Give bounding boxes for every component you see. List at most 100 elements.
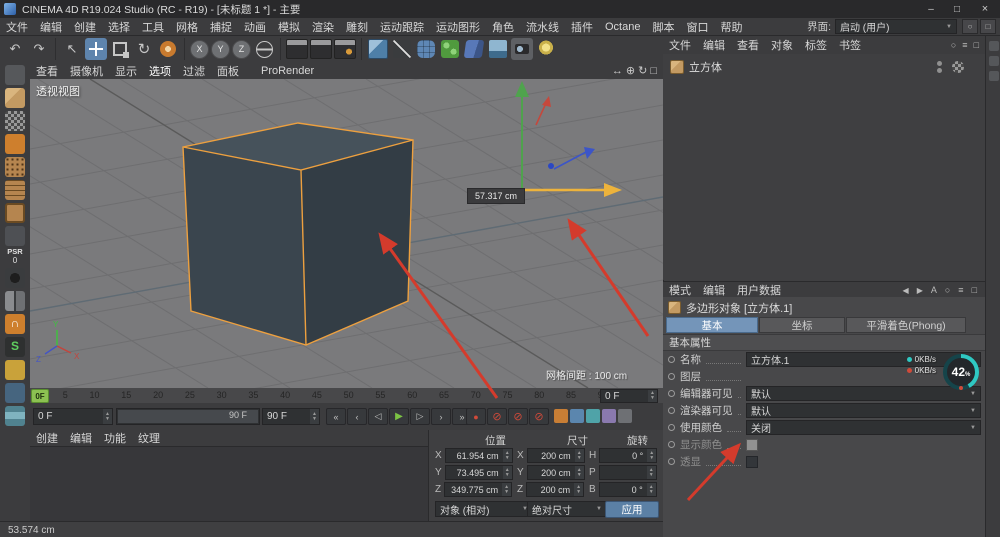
range-start-field[interactable]: 0 F ▲ ▼: [33, 408, 113, 425]
am-menu-userdata[interactable]: 用户数据: [731, 282, 787, 298]
pen-tool-icon[interactable]: [391, 38, 413, 60]
position-y-field[interactable]: 73.495 cm ▲ ▼: [444, 465, 513, 480]
vp-menu-filter[interactable]: 过滤: [177, 62, 211, 79]
dock-tab-icon-2[interactable]: [988, 56, 999, 66]
vp-menu-display[interactable]: 显示: [109, 62, 143, 79]
maximize-button[interactable]: □: [944, 4, 970, 15]
mat-menu-edit[interactable]: 编辑: [64, 430, 98, 446]
dock-tab-icon-1[interactable]: [988, 41, 999, 51]
size-z-field[interactable]: 200 cm ▲ ▼: [526, 482, 585, 497]
mirror-tool-icon[interactable]: [5, 291, 25, 311]
timeline-ruler[interactable]: 05 1015 2025 3035 4045 5055 6065 7075 80…: [30, 388, 663, 404]
am-menu-mode[interactable]: 模式: [663, 282, 697, 298]
coordinate-system-icon[interactable]: [253, 38, 275, 60]
menu-help[interactable]: 帮助: [714, 18, 748, 35]
close-button[interactable]: ×: [970, 3, 1000, 15]
object-name[interactable]: 立方体: [689, 59, 722, 75]
om-menu-tags[interactable]: 标签: [799, 36, 833, 54]
keyframe-selection-icon[interactable]: [570, 409, 584, 423]
om-menu-objects[interactable]: 对象: [765, 36, 799, 54]
keyframe-record-icon[interactable]: [5, 268, 25, 288]
goto-start-button[interactable]: «: [326, 408, 346, 425]
vp-menu-view[interactable]: 查看: [30, 62, 64, 79]
layout-icon[interactable]: □: [980, 19, 996, 34]
prev-frame-button[interactable]: ◁: [368, 408, 388, 425]
mat-menu-create[interactable]: 创建: [30, 430, 64, 446]
workplane-mode-icon[interactable]: [5, 134, 25, 154]
vp-menu-prorender[interactable]: ProRender: [255, 62, 320, 79]
menu-file[interactable]: 文件: [0, 18, 34, 35]
om-menu-bookmarks[interactable]: 书签: [833, 36, 867, 54]
menu-character[interactable]: 角色: [486, 18, 520, 35]
cube-object[interactable]: [182, 122, 414, 346]
menu-edit[interactable]: 编辑: [34, 18, 68, 35]
menu-pipeline[interactable]: 流水线: [520, 18, 565, 35]
undo-icon[interactable]: ↶: [4, 38, 26, 60]
coord-mode-dropdown[interactable]: 对象 (相对) ▼: [435, 501, 533, 517]
next-key-button[interactable]: ›: [431, 408, 451, 425]
range-end-field[interactable]: 90 F ▲ ▼: [262, 408, 320, 425]
size-x-field[interactable]: 200 cm ▲ ▼: [526, 448, 585, 463]
vp-orbit-icon[interactable]: ↻: [638, 64, 647, 77]
menu-render[interactable]: 渲染: [306, 18, 340, 35]
vp-maximize-icon[interactable]: □: [650, 65, 657, 77]
menu-motion-tracker[interactable]: 运动跟踪: [374, 18, 430, 35]
snap-icon[interactable]: S: [5, 337, 25, 357]
last-tool-icon[interactable]: [157, 38, 179, 60]
size-mode-dropdown[interactable]: 绝对尺寸 ▼: [527, 501, 607, 517]
lock-x-axis-button[interactable]: X: [190, 39, 209, 59]
position-z-field[interactable]: 349.775 cm ▲ ▼: [444, 482, 513, 497]
layers-icon[interactable]: [5, 406, 25, 426]
position-x-field[interactable]: 61.954 cm ▲ ▼: [444, 448, 513, 463]
phong-tag-icon[interactable]: [952, 61, 964, 73]
bend-deformer-icon[interactable]: [463, 38, 485, 60]
menu-tools[interactable]: 工具: [136, 18, 170, 35]
object-tree[interactable]: 立方体: [663, 54, 985, 280]
menu-script[interactable]: 脚本: [646, 18, 680, 35]
lock-workplane-icon[interactable]: [5, 383, 25, 403]
menu-sculpt[interactable]: 雕刻: [340, 18, 374, 35]
visibility-dots-icon[interactable]: [937, 61, 942, 73]
om-panel-icon[interactable]: □: [974, 40, 979, 50]
menu-mesh[interactable]: 网格: [170, 18, 204, 35]
render-view-icon[interactable]: [286, 39, 308, 59]
vp-menu-options[interactable]: 选项: [143, 62, 177, 79]
basic-properties-header[interactable]: 基本属性: [663, 334, 985, 351]
menu-octane[interactable]: Octane: [599, 18, 646, 35]
render-to-picture-icon[interactable]: [310, 39, 332, 59]
light-object-icon[interactable]: [535, 38, 557, 60]
magnet-tool-icon[interactable]: ∩: [5, 314, 25, 334]
lock-z-axis-button[interactable]: Z: [232, 39, 251, 59]
axis-mode-icon[interactable]: [5, 226, 25, 246]
camera-object-icon[interactable]: [511, 38, 533, 60]
menu-create[interactable]: 创建: [68, 18, 102, 35]
live-selection-icon[interactable]: ↖: [61, 38, 83, 60]
current-frame-field[interactable]: 0 F ▲ ▼: [600, 389, 658, 403]
viewport-canvas[interactable]: Y X Z: [0, 34, 947, 430]
minimize-button[interactable]: –: [918, 4, 944, 15]
view-label[interactable]: 透视视图: [36, 83, 80, 99]
polygons-mode-icon[interactable]: [5, 203, 25, 223]
menu-select[interactable]: 选择: [102, 18, 136, 35]
playhead[interactable]: 0F: [31, 389, 49, 403]
vp-menu-panel[interactable]: 面板: [211, 62, 245, 79]
add-cube-icon[interactable]: [367, 38, 389, 60]
use-color-dropdown[interactable]: 关闭 ▼: [746, 420, 981, 435]
size-y-field[interactable]: 200 cm ▲ ▼: [526, 465, 585, 480]
menu-simulate[interactable]: 模拟: [272, 18, 306, 35]
range-slider[interactable]: 90 F: [116, 408, 260, 425]
mat-menu-function[interactable]: 功能: [98, 430, 132, 446]
texture-mode-icon[interactable]: [5, 111, 25, 131]
rotation-h-field[interactable]: 0 ° ▲ ▼: [599, 448, 658, 463]
redo-icon[interactable]: ↷: [28, 38, 50, 60]
floor-object-icon[interactable]: [487, 38, 509, 60]
am-menu-edit[interactable]: 编辑: [697, 282, 731, 298]
om-search-icon[interactable]: ○: [951, 40, 956, 50]
vp-menu-camera[interactable]: 摄像机: [64, 62, 109, 79]
scale-tool-icon[interactable]: [109, 38, 131, 60]
keyframe-preset-icon[interactable]: [618, 409, 632, 423]
key-rotation-toggle[interactable]: ⊘: [529, 408, 549, 425]
prev-key-button[interactable]: ‹: [347, 408, 367, 425]
rotate-tool-icon[interactable]: ↻: [133, 38, 155, 60]
menu-animate[interactable]: 动画: [238, 18, 272, 35]
